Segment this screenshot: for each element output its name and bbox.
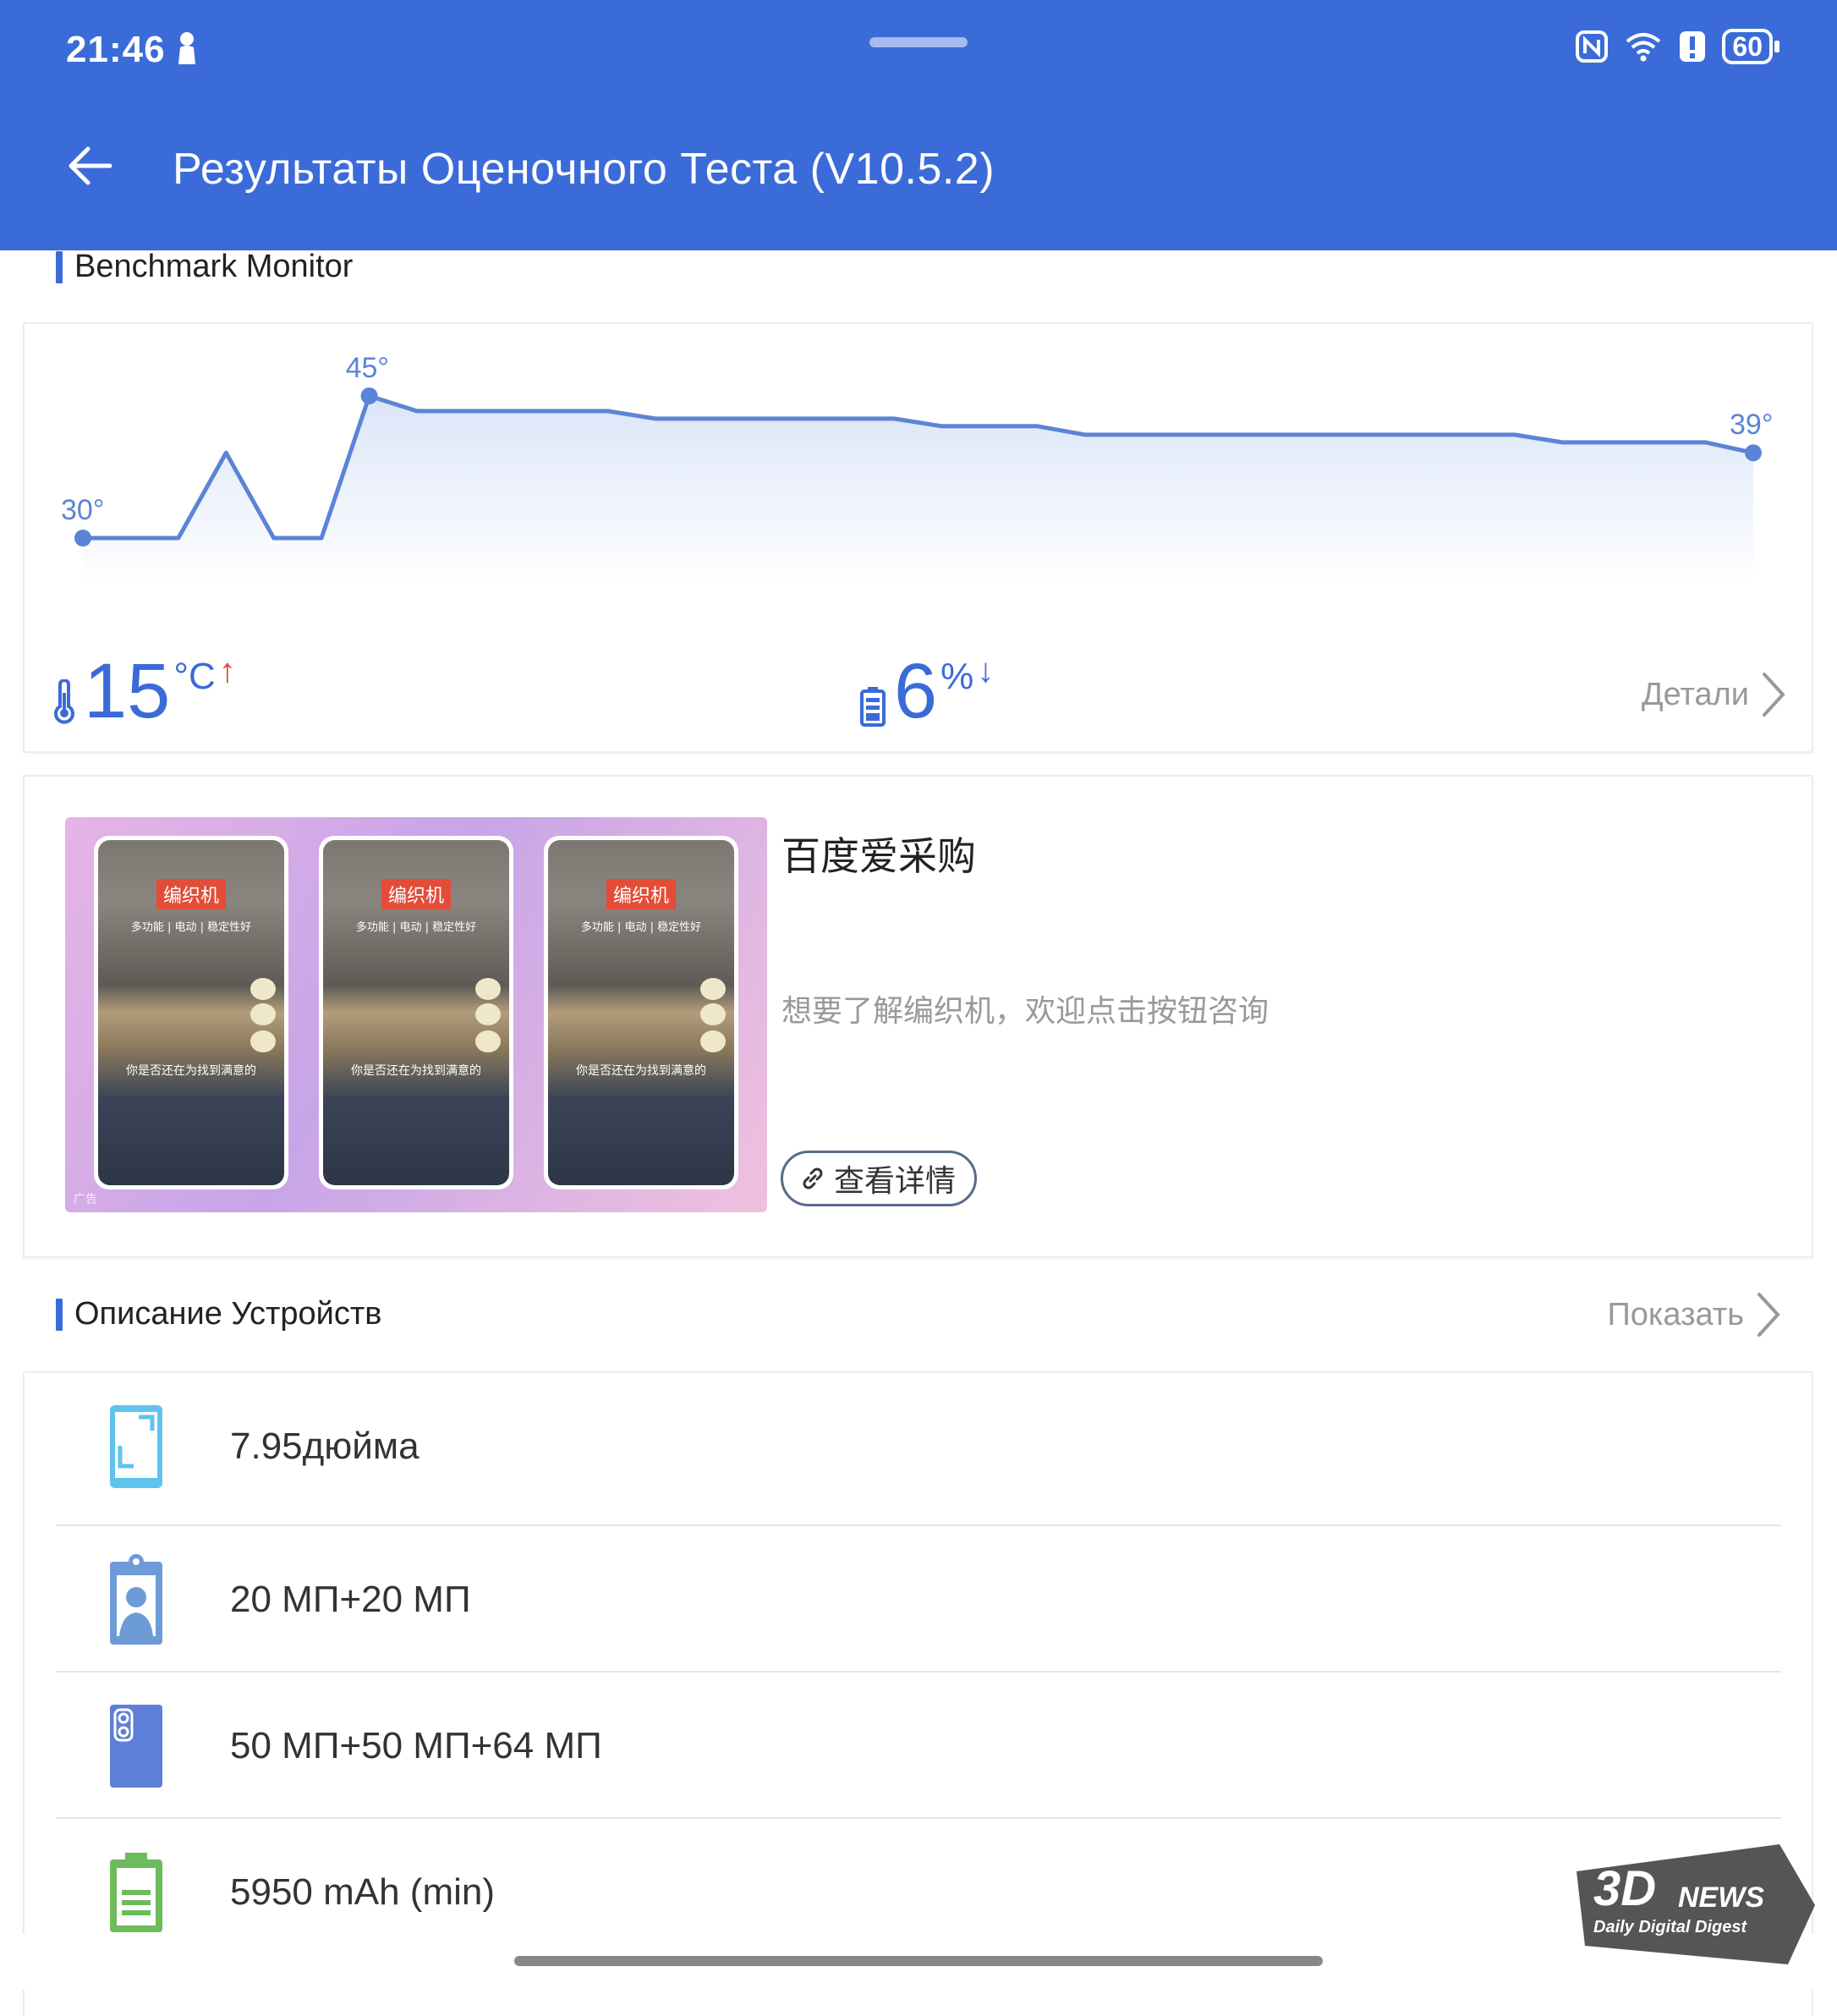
app-header: 21:46 60 Результаты Оценочного Теста (V1… — [0, 0, 1837, 250]
ad-card[interactable]: 编织机 多功能 | 电动 | 稳定性好 你是否还在为找到满意的 编织机 多功能 … — [25, 777, 1812, 1256]
spec-row-screen: 7.95дюйма — [56, 1373, 1781, 1519]
ad-image-subtitle: 多功能 | 电动 | 稳定性好 — [355, 921, 477, 934]
link-icon — [803, 1167, 823, 1189]
spec-row-front-camera: 20 МП+20 МП — [56, 1526, 1781, 1673]
temperature-change-value: 15 — [84, 648, 171, 734]
ad-phone-frame: 编织机 多功能 | 电动 | 稳定性好 你是否还在为找到满意的 — [319, 836, 513, 1189]
temperature-chart: 30° 45° 39° — [61, 352, 1773, 586]
section-title-text: Benchmark Monitor — [74, 249, 354, 284]
temperature-direction: ↑ — [218, 652, 236, 689]
publisher-watermark-logo: 3D NEWS Daily Digital Digest — [1577, 1844, 1815, 1964]
ad-image[interactable]: 编织机 多功能 | 电动 | 稳定性好 你是否还在为找到满意的 编织机 多功能 … — [65, 817, 767, 1212]
roller-graphic — [475, 978, 501, 1052]
ad-phone-screen: 编织机 多功能 | 电动 | 稳定性好 你是否还在为找到满意的 — [98, 840, 284, 1185]
device-specs-card: 7.95дюйма 20 МП+20 МП 50 МП+50 МП+64 МП … — [25, 1373, 1812, 2016]
ad-phone-screen: 编织机 多功能 | 电动 | 稳定性好 你是否还在为找到满意的 — [323, 840, 509, 1185]
battery-direction: ↓ — [977, 652, 995, 689]
show-link[interactable]: Показать — [1607, 1291, 1781, 1338]
section-accent-bar — [56, 1298, 63, 1331]
front-camera-icon — [110, 1553, 162, 1645]
ad-image-tag: 编织机 — [381, 879, 452, 909]
status-time: 21:46 — [66, 29, 166, 70]
alert-icon — [1680, 31, 1706, 62]
ad-image-tag: 编织机 — [606, 879, 677, 909]
chart-start-label: 30° — [61, 494, 104, 526]
screen-icon — [110, 1404, 162, 1488]
battery-change-value: 6 — [894, 648, 938, 734]
drag-handle[interactable] — [869, 37, 968, 47]
thermometer-icon — [54, 679, 74, 724]
show-label: Показать — [1607, 1296, 1744, 1332]
wifi-icon — [1626, 33, 1661, 62]
ad-title: 百度爱采购 — [781, 833, 976, 879]
ad-image-caption: 你是否还在为找到满意的 — [126, 1064, 256, 1078]
chart-end-point — [1745, 444, 1762, 462]
ad-image-subtitle: 多功能 | 电动 | 稳定性好 — [130, 921, 252, 934]
ad-image-tag: 编织机 — [156, 879, 227, 909]
battery-unit: % — [940, 656, 974, 697]
svg-text:NEWS: NEWS — [1678, 1881, 1764, 1914]
benchmark-monitor-card[interactable]: 30° 45° 39° 15 °C ↑ 6 % ↓ Детали — [25, 324, 1812, 751]
svg-text:3D: 3D — [1593, 1861, 1656, 1916]
ad-badge: 广告 — [74, 1193, 97, 1206]
spec-screen-text: 7.95дюйма — [230, 1425, 419, 1467]
chart-end-label: 39° — [1730, 409, 1773, 441]
ad-phone-frame: 编织机 多功能 | 电动 | 稳定性好 你是否还在为找到满意的 — [544, 836, 738, 1189]
ad-details-button[interactable]: 查看详情 — [781, 1151, 978, 1206]
spec-rear-camera-text: 50 МП+50 МП+64 МП — [230, 1724, 602, 1766]
section-title-text: Описание Устройств — [74, 1296, 382, 1332]
rear-camera-icon — [110, 1704, 162, 1788]
details-link[interactable]: Детали — [1642, 671, 1786, 718]
nfc-icon — [1576, 30, 1609, 63]
temperature-unit: °C — [173, 656, 216, 697]
page-title: Результаты Оценочного Теста (V10.5.2) — [173, 145, 995, 194]
ad-image-caption: 你是否还在为找到满意的 — [351, 1064, 481, 1078]
ad-image-subtitle: 多功能 | 电动 | 稳定性好 — [580, 921, 702, 934]
device-info-heading: Описание Устройств — [56, 1296, 382, 1332]
spec-front-camera-text: 20 МП+20 МП — [230, 1578, 471, 1620]
chevron-right-icon — [1757, 1293, 1780, 1337]
ad-button-label: 查看详情 — [834, 1164, 957, 1199]
chart-peak-point — [360, 387, 378, 404]
chart-start-point — [74, 530, 91, 547]
ad-phone-screen: 编织机 多功能 | 电动 | 稳定性好 你是否还在为找到满意的 — [548, 840, 734, 1185]
battery-icon — [110, 1852, 162, 1932]
back-arrow-icon[interactable] — [66, 142, 113, 190]
spec-battery-text: 5950 mAh (min) — [230, 1870, 496, 1913]
section-accent-bar — [56, 250, 63, 283]
svg-text:Daily Digital Digest: Daily Digital Digest — [1593, 1918, 1747, 1936]
chevron-right-icon — [1763, 673, 1785, 717]
roller-graphic — [700, 978, 726, 1052]
battery-status: 60 — [1722, 29, 1779, 64]
chart-peak-label: 45° — [346, 352, 389, 384]
home-indicator[interactable] — [514, 1956, 1323, 1966]
battery-level-icon — [860, 687, 886, 727]
ad-description: 想要了解编织机，欢迎点击按钮咨询 — [781, 994, 1269, 1029]
details-label: Детали — [1641, 676, 1749, 712]
spec-row-rear-camera: 50 МП+50 МП+64 МП — [56, 1673, 1781, 1819]
ad-image-caption: 你是否还在为找到满意的 — [576, 1064, 706, 1078]
benchmark-monitor-heading: Benchmark Monitor — [56, 249, 353, 285]
ad-phone-frame: 编织机 多功能 | 电动 | 稳定性好 你是否还在为找到满意的 — [94, 836, 288, 1189]
roller-graphic — [250, 978, 276, 1052]
person-status-icon — [178, 32, 195, 64]
battery-change: 6 % ↓ — [860, 652, 994, 730]
temperature-change: 15 °C ↑ — [50, 652, 236, 730]
status-icons: 60 — [1575, 29, 1779, 64]
